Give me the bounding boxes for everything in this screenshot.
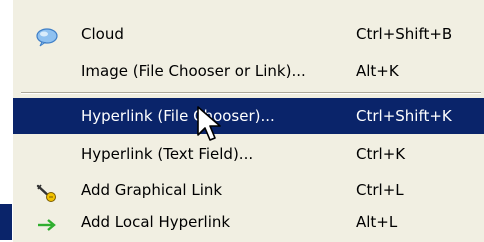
menu-item-add-local-hyperlink[interactable]: Add Local Hyperlink Alt+L: [13, 204, 484, 240]
left-selection-fragment: [0, 204, 12, 240]
menu-item-label: Cloud: [81, 25, 124, 43]
menu-item-label: Image (File Chooser or Link)...: [81, 62, 306, 80]
menu-item-hyperlink-file-chooser[interactable]: Hyperlink (File Chooser)... Ctrl+Shift+K: [13, 98, 484, 134]
menu-item-shortcut: Alt+L: [356, 213, 398, 231]
menu-item-shortcut: Ctrl+L: [356, 181, 404, 199]
graphical-link-icon: [35, 180, 59, 202]
cloud-icon: [35, 24, 59, 47]
menu-item-image[interactable]: Image (File Chooser or Link)... Alt+K: [13, 53, 484, 89]
screenshot-stage: Cloud Ctrl+Shift+B Image (File Chooser o…: [0, 0, 484, 242]
menu-item-label: Add Local Hyperlink: [81, 213, 231, 231]
green-arrow-icon: [35, 212, 59, 232]
menu-item-add-graphical-link[interactable]: Add Graphical Link Ctrl+L: [13, 172, 484, 208]
context-menu: Cloud Ctrl+Shift+B Image (File Chooser o…: [12, 0, 484, 242]
menu-item-label: Hyperlink (Text Field)...: [81, 145, 254, 163]
menu-item-shortcut: Ctrl+K: [356, 145, 406, 163]
left-window-strip: [0, 0, 12, 242]
menu-item-shortcut: Ctrl+Shift+K: [356, 107, 452, 125]
menu-item-shortcut: Ctrl+Shift+B: [356, 25, 453, 43]
menu-item-label: Hyperlink (File Chooser)...: [81, 107, 275, 125]
menu-item-label: Add Graphical Link: [81, 181, 223, 199]
menu-item-hyperlink-text-field[interactable]: Hyperlink (Text Field)... Ctrl+K: [13, 136, 484, 172]
menu-item-shortcut: Alt+K: [356, 62, 399, 80]
menu-separator: [21, 92, 481, 94]
menu-item-cloud[interactable]: Cloud Ctrl+Shift+B: [13, 16, 484, 52]
